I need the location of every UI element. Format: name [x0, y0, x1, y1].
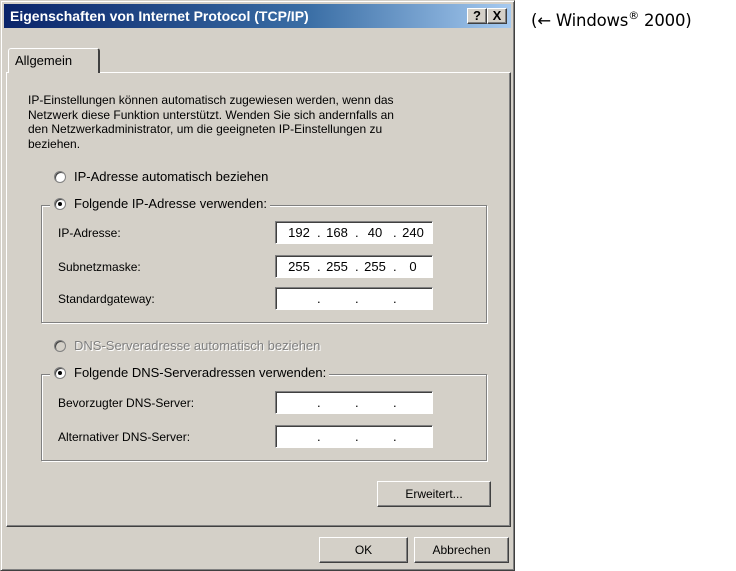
octet: 0 [409, 259, 417, 274]
preferred-dns-label: Bevorzugter DNS-Server: [58, 396, 195, 410]
default-gateway-field[interactable]: . . . [275, 287, 433, 310]
octet: 192 [288, 225, 310, 240]
ip-manual-label: Folgende IP-Adresse verwenden: [74, 196, 267, 211]
subnet-mask-label: Subnetzmaske: [58, 260, 141, 274]
tab-label: Allgemein [15, 53, 73, 68]
ip-manual-radio-row[interactable]: Folgende IP-Adresse verwenden: [50, 196, 270, 211]
alternate-dns-field[interactable]: . . . [275, 425, 433, 448]
dns-manual-radio-row[interactable]: Folgende DNS-Serveradressen verwenden: [50, 365, 330, 380]
dns-auto-label: DNS-Serveradresse automatisch beziehen [74, 338, 321, 353]
dns-manual-radio[interactable] [54, 366, 66, 379]
default-gateway-label: Standardgateway: [58, 292, 155, 306]
description-line: beziehen. [28, 136, 81, 151]
tab-allgemein[interactable]: Allgemein [8, 48, 100, 73]
octet: 255 [288, 259, 310, 274]
ip-address-label: IP-Adresse: [58, 226, 121, 240]
alternate-dns-label: Alternativer DNS-Server: [58, 430, 191, 444]
dns-auto-radio[interactable] [54, 339, 66, 352]
dns-manual-label: Folgende DNS-Serveradressen verwenden: [74, 365, 327, 380]
description-text: IP-Einstellungen können automatisch zuge… [28, 93, 468, 151]
help-button[interactable]: ? [467, 8, 487, 24]
tcpip-properties-dialog: Eigenschaften von Internet Protocol (TCP… [0, 0, 515, 571]
title-bar[interactable]: Eigenschaften von Internet Protocol (TCP… [4, 4, 511, 28]
windows-version-annotation: (← Windows® 2000) [531, 9, 692, 30]
ip-auto-radio-row[interactable]: IP-Adresse automatisch beziehen [54, 169, 268, 184]
advanced-button[interactable]: Erweitert... [377, 481, 491, 507]
close-button[interactable]: X [487, 8, 507, 24]
octet: 40 [367, 225, 383, 240]
ip-auto-radio[interactable] [54, 170, 66, 183]
ok-button[interactable]: OK [319, 537, 408, 563]
octet: 255 [326, 259, 348, 274]
octet: 168 [326, 225, 348, 240]
description-line: Netzwerk diese Funktion unterstützt. Wen… [28, 107, 394, 122]
preferred-dns-field[interactable]: . . . [275, 391, 433, 414]
octet: 255 [364, 259, 386, 274]
cancel-button[interactable]: Abbrechen [414, 537, 509, 563]
ip-address-field[interactable]: 192 . 168 . 40 . 240 [275, 221, 433, 244]
description-line: IP-Einstellungen können automatisch zuge… [28, 93, 394, 107]
subnet-mask-field[interactable]: 255 . 255 . 255 . 0 [275, 255, 433, 278]
ip-manual-radio[interactable] [54, 197, 66, 210]
window-title: Eigenschaften von Internet Protocol (TCP… [10, 8, 309, 24]
ip-auto-label: IP-Adresse automatisch beziehen [74, 169, 269, 184]
description-line: den Netzwerkadministrator, um die geeign… [28, 122, 383, 136]
dns-auto-radio-row[interactable]: DNS-Serveradresse automatisch beziehen [54, 338, 320, 353]
octet: 240 [402, 225, 424, 240]
